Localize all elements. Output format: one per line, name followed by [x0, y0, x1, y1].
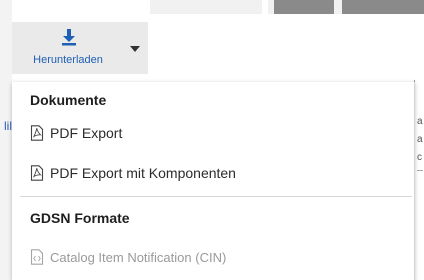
- xml-file-icon: [30, 249, 44, 265]
- background-tick: [417, 170, 423, 171]
- background-separator: [262, 0, 268, 14]
- download-label: Herunterladen: [33, 54, 103, 66]
- download-menu: Dokumente PDF Export PDF Export mit Komp…: [12, 82, 415, 280]
- menu-item-pdf-export-components[interactable]: PDF Export mit Komponenten: [20, 158, 406, 188]
- download-icon: [62, 29, 76, 46]
- menu-divider: [20, 196, 412, 197]
- background-tab-block: [342, 0, 424, 14]
- background-text-fragment: a: [417, 116, 423, 127]
- download-button[interactable]: Herunterladen: [12, 22, 124, 74]
- download-split-button: Herunterladen: [12, 22, 148, 74]
- background-right-panel: a a c: [414, 80, 424, 280]
- menu-item-label: PDF Export mit Komponenten: [50, 165, 236, 181]
- pdf-file-icon: [30, 125, 44, 141]
- menu-section-gdsn: GDSN Formate: [30, 210, 130, 226]
- background-left-panel: [0, 0, 12, 280]
- menu-item-cin: Catalog Item Notification (CIN): [20, 242, 406, 272]
- background-text-fragment: c: [417, 152, 422, 163]
- download-dropdown-caret[interactable]: [128, 42, 142, 56]
- background-text-fragment: a: [417, 134, 423, 145]
- menu-item-label: Catalog Item Notification (CIN): [50, 250, 227, 265]
- background-tab-block: [274, 0, 334, 14]
- menu-section-documents: Dokumente: [30, 92, 107, 108]
- pdf-file-icon: [30, 165, 44, 181]
- menu-item-pdf-export[interactable]: PDF Export: [20, 118, 406, 148]
- menu-item-label: PDF Export: [50, 125, 123, 141]
- background-link-fragment: lil: [4, 119, 12, 133]
